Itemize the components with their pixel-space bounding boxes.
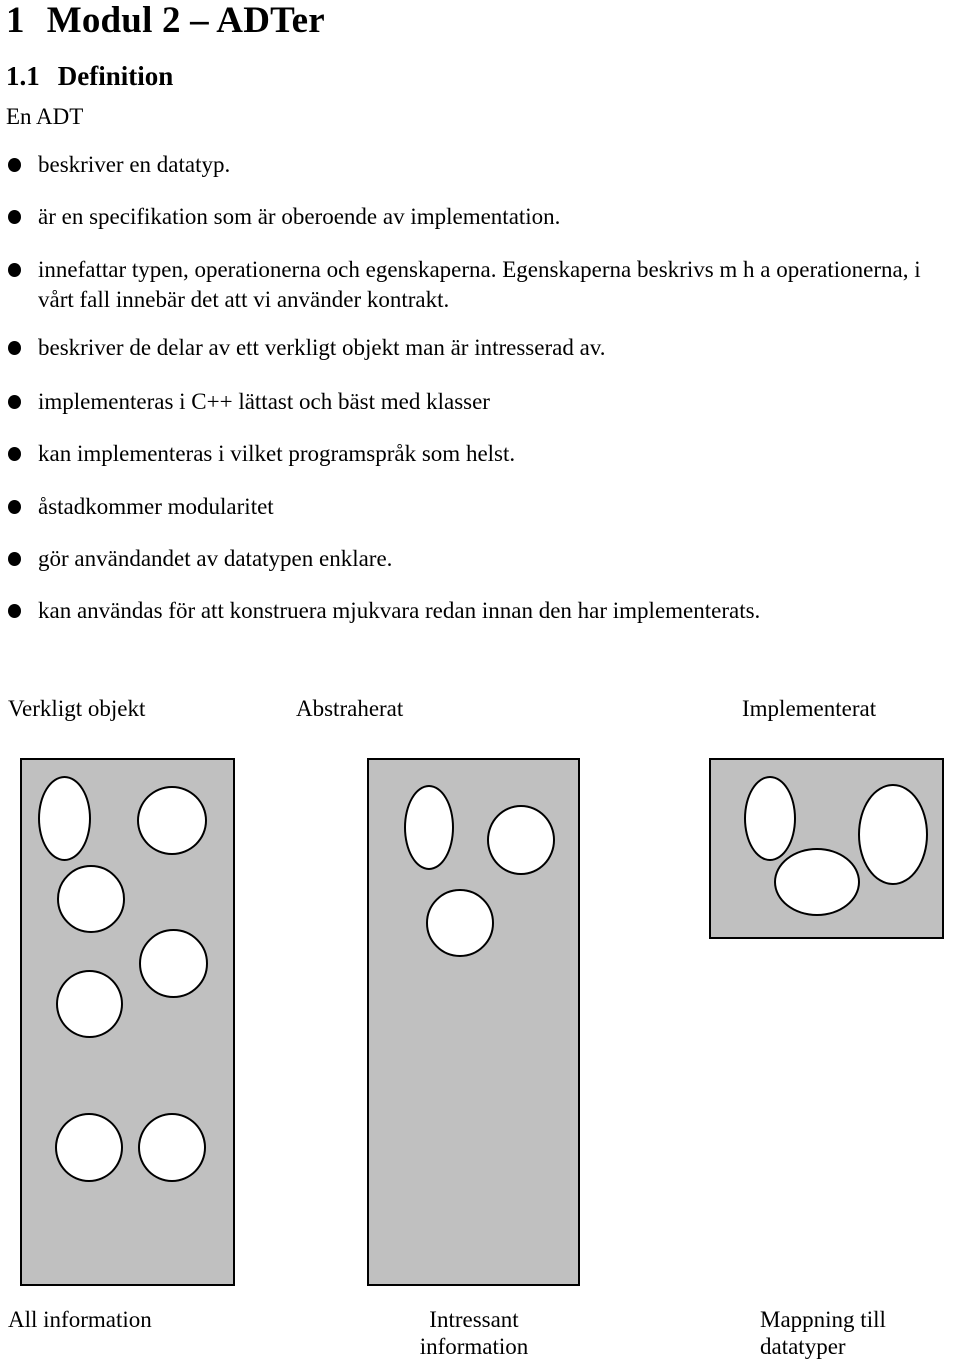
diagram-box-verkligt-objekt bbox=[20, 758, 235, 1286]
heading1-number: 1 bbox=[6, 0, 25, 41]
list-item-label: åstadkommer modularitet bbox=[38, 493, 274, 519]
diagram-box-abstraherat bbox=[367, 758, 580, 1286]
list-item-label: beskriver de delar av ett verkligt objek… bbox=[38, 335, 606, 361]
blob-shape bbox=[774, 848, 860, 916]
blob-shape bbox=[744, 776, 796, 861]
document-page: 1 Modul 2 – ADTer 1.1 Definition En ADT be… bbox=[0, 0, 960, 1370]
blob-shape bbox=[858, 784, 928, 885]
blob-shape bbox=[138, 1113, 206, 1182]
blob-shape bbox=[426, 889, 494, 957]
list-item: kan användas för att konstruera mjukvara… bbox=[6, 596, 946, 626]
blob-shape bbox=[55, 1113, 123, 1182]
blob-shape bbox=[56, 970, 123, 1038]
list-item: innefattar typen, operationerna och egen… bbox=[6, 255, 946, 316]
list-item: är en specifikation som är oberoende av … bbox=[6, 202, 946, 232]
bullet-icon bbox=[8, 341, 21, 356]
diagram-column-header-abstraherat: Abstraherat bbox=[296, 696, 404, 721]
bullet-icon bbox=[8, 447, 21, 462]
diagram-box-implementerat bbox=[709, 758, 944, 939]
list-item-label: kan implementeras i vilket programspråk … bbox=[38, 441, 516, 467]
list-item: åstadkommer modularitet bbox=[6, 492, 946, 522]
list-item: gör användandet av datatypen enklare. bbox=[6, 544, 946, 574]
diagram-caption-mappning-till-datatyper: Mappning till datatyper bbox=[760, 1307, 886, 1360]
blob-shape bbox=[38, 776, 91, 861]
list-item-label: gör användandet av datatypen enklare. bbox=[38, 545, 393, 571]
list-item-label: implementeras i C++ lättast och bäst med… bbox=[38, 388, 490, 414]
blob-shape bbox=[404, 785, 454, 870]
bullet-icon bbox=[8, 604, 21, 619]
list-item-label: är en specifikation som är oberoende av … bbox=[38, 204, 561, 230]
blob-shape bbox=[139, 929, 208, 998]
list-item: beskriver en datatyp. bbox=[6, 150, 946, 180]
heading1-text: Modul 2 – ADTer bbox=[46, 0, 325, 41]
list-item-label: innefattar typen, operationerna och egen… bbox=[38, 256, 921, 313]
list-item-label: kan användas för att konstruera mjukvara… bbox=[38, 598, 761, 624]
blob-shape bbox=[137, 786, 207, 855]
bullet-icon bbox=[8, 158, 21, 172]
diagram-column-header-implementerat: Implementerat bbox=[742, 696, 877, 721]
diagram-caption-all-information: All information bbox=[8, 1307, 152, 1332]
page-title: 1 Modul 2 – ADTer bbox=[6, 0, 325, 41]
definition-bullet-list: beskriver en datatyp. är en specifikatio… bbox=[6, 150, 946, 627]
list-item-label: beskriver en datatyp. bbox=[38, 152, 231, 177]
bullet-icon bbox=[8, 394, 21, 409]
bullet-icon bbox=[8, 210, 21, 225]
list-item: beskriver de delar av ett verkligt objek… bbox=[6, 333, 946, 363]
list-item: implementeras i C++ lättast och bäst med… bbox=[6, 387, 946, 417]
list-item: kan implementeras i vilket programspråk … bbox=[6, 439, 946, 469]
lead-paragraph: En ADT bbox=[6, 104, 84, 129]
diagram-caption-intressant-information: Intressant information bbox=[419, 1307, 529, 1360]
diagram-column-header-verkligt-objekt: Verkligt objekt bbox=[8, 696, 146, 721]
heading2-text: Definition bbox=[57, 61, 174, 91]
blob-shape bbox=[57, 865, 125, 933]
bullet-icon bbox=[8, 499, 21, 514]
bullet-icon bbox=[8, 551, 21, 566]
section-heading: 1.1 Definition bbox=[6, 62, 173, 90]
heading2-number: 1.1 bbox=[6, 61, 40, 91]
blob-shape bbox=[487, 805, 555, 875]
bullet-icon bbox=[8, 262, 21, 277]
